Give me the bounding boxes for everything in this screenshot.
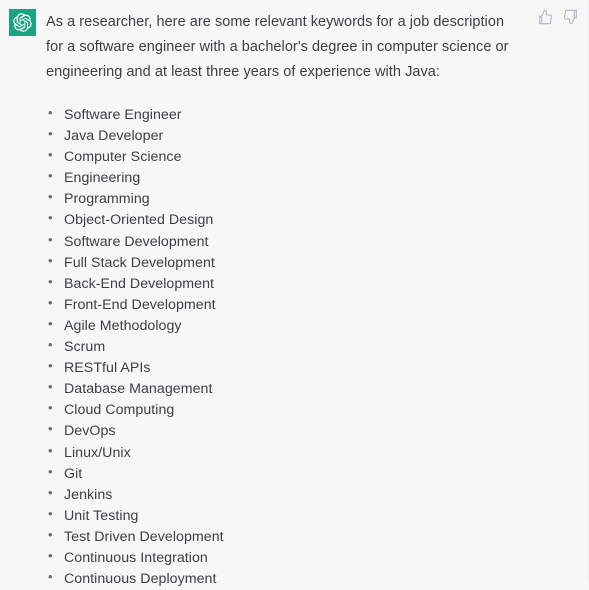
keyword-list-item: • Linux/Unix — [46, 443, 524, 464]
keyword-label: Database Management — [64, 381, 213, 398]
bullet-icon: • — [48, 147, 53, 163]
keyword-label: Java Developer — [64, 128, 164, 145]
keyword-label: Object-Oriented Design — [64, 212, 214, 229]
keyword-list-item: • Test Driven Development — [46, 527, 524, 548]
keyword-list-item: • Computer Science — [46, 147, 524, 168]
keyword-label: Engineering — [64, 170, 141, 187]
keyword-list-item: • Object-Oriented Design — [46, 210, 524, 231]
keyword-list-item: • Back-End Development — [46, 274, 524, 295]
keyword-label: Test Driven Development — [64, 528, 224, 545]
keyword-list-item: • Unit Testing — [46, 506, 524, 527]
bullet-icon: • — [48, 273, 53, 289]
keyword-label: Back-End Development — [64, 275, 215, 292]
keyword-label: Computer Science — [64, 149, 182, 166]
keyword-label: DevOps — [64, 423, 116, 440]
keyword-label: Continuous Integration — [64, 549, 208, 566]
keyword-label: Programming — [64, 191, 150, 208]
bullet-icon: • — [48, 126, 53, 142]
keyword-label: Jenkins — [64, 486, 113, 503]
thumbs-down-icon[interactable] — [563, 9, 579, 25]
keyword-list-item: • Programming — [46, 189, 524, 210]
keyword-label: Unit Testing — [64, 507, 139, 524]
keyword-label: Continuous Deployment — [64, 571, 217, 588]
bullet-icon: • — [48, 231, 53, 247]
keyword-label: Git — [64, 465, 83, 482]
keyword-list-item: • Git — [46, 464, 524, 485]
keyword-label: Agile Methodology — [64, 317, 182, 334]
keyword-label: Front-End Development — [64, 296, 216, 313]
keyword-list-item: • Full Stack Development — [46, 253, 524, 274]
keyword-list-item: • Continuous Integration — [46, 548, 524, 569]
message-content: As a researcher, here are some relevant … — [46, 10, 524, 590]
keyword-list-item: • Continuous Deployment — [46, 569, 524, 590]
chatgpt-logo-icon — [13, 13, 32, 32]
bullet-icon: • — [48, 484, 53, 500]
keyword-list: • Software Engineer • Java Developer • Comput… — [46, 105, 524, 590]
keyword-list-item: • Front-End Development — [46, 295, 524, 316]
keyword-list-item: • RESTful APIs — [46, 358, 524, 379]
bullet-icon: • — [48, 337, 53, 353]
keyword-label: Full Stack Development — [64, 254, 215, 271]
bullet-icon: • — [48, 105, 53, 120]
keyword-list-item: • Software Development — [46, 232, 524, 253]
keyword-label: Software Engineer — [64, 107, 182, 123]
keyword-list-item: • Scrum — [46, 337, 524, 358]
keyword-label: Scrum — [64, 339, 106, 356]
bullet-icon: • — [48, 189, 53, 205]
thumbs-up-icon[interactable] — [537, 9, 553, 25]
keyword-list-item: • Database Management — [46, 379, 524, 400]
keyword-list-item: • Cloud Computing — [46, 400, 524, 421]
keyword-list-item: • Java Developer — [46, 126, 524, 147]
bullet-icon: • — [48, 421, 53, 437]
keyword-label: Software Development — [64, 233, 209, 250]
assistant-avatar — [9, 9, 36, 36]
keyword-label: RESTful APIs — [64, 360, 151, 377]
keyword-label: Cloud Computing — [64, 402, 175, 419]
assistant-message-block: As a researcher, here are some relevant … — [0, 0, 589, 587]
keyword-list-item: • Agile Methodology — [46, 316, 524, 337]
bullet-icon: • — [48, 294, 53, 310]
bullet-icon: • — [48, 252, 53, 268]
bullet-icon: • — [48, 442, 53, 458]
bullet-icon: • — [48, 379, 53, 395]
feedback-actions — [537, 9, 579, 25]
keyword-list-item: • Jenkins — [46, 485, 524, 506]
keyword-list-item: • DevOps — [46, 421, 524, 442]
bullet-icon: • — [48, 505, 53, 521]
keyword-label: Linux/Unix — [64, 444, 131, 461]
bullet-icon: • — [48, 400, 53, 416]
bullet-icon: • — [48, 358, 53, 374]
intro-paragraph: As a researcher, here are some relevant … — [46, 14, 509, 80]
bullet-icon: • — [48, 210, 53, 226]
bullet-icon: • — [48, 526, 53, 542]
bullet-icon: • — [48, 168, 53, 184]
keyword-list-item: • Software Engineer — [46, 105, 524, 126]
keyword-list-item: • Engineering — [46, 168, 524, 189]
bullet-icon: • — [48, 315, 53, 331]
bullet-icon: • — [48, 463, 53, 479]
bullet-icon: • — [48, 547, 53, 563]
